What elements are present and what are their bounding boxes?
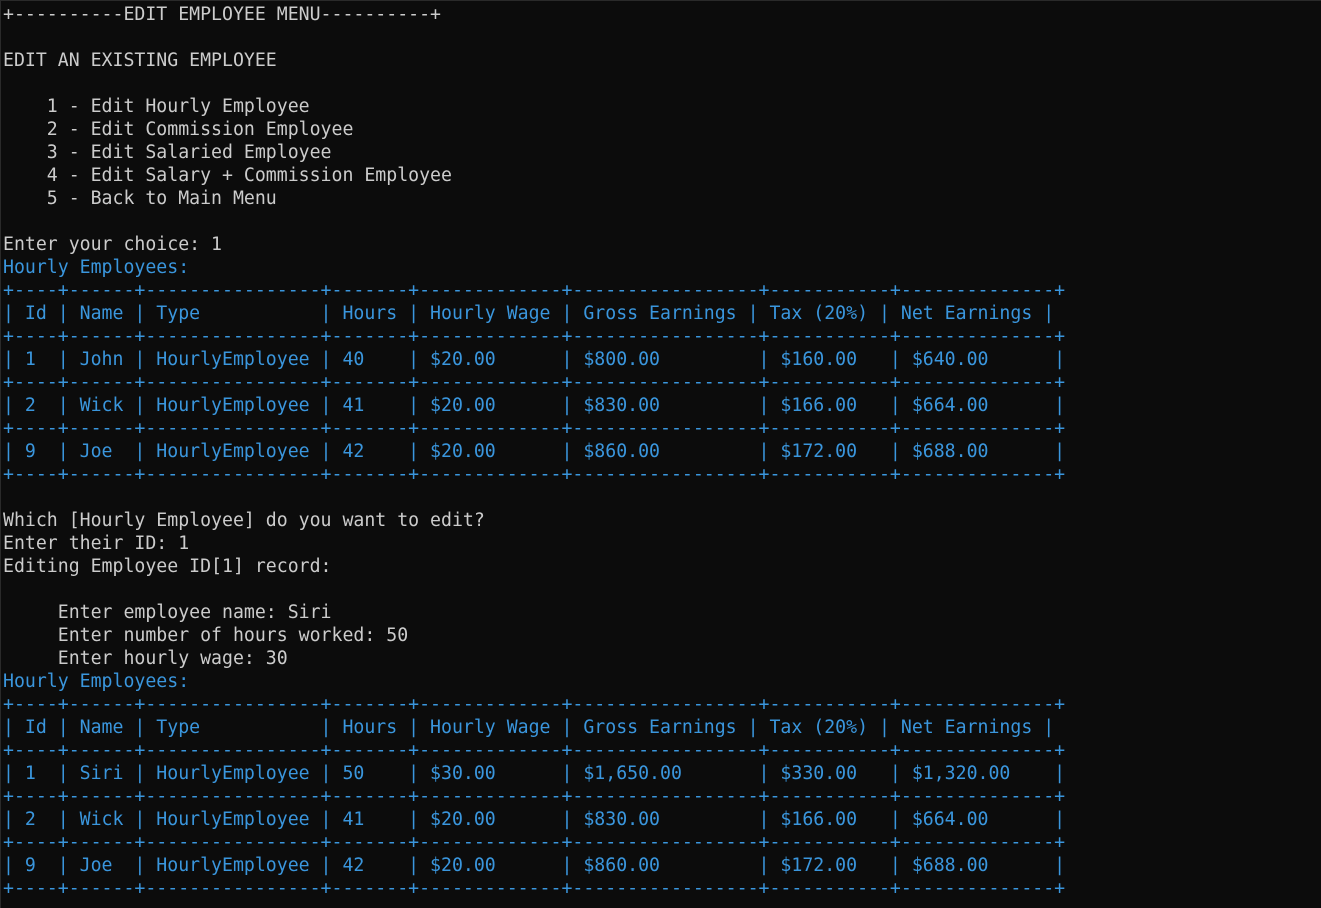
console-line: Enter number of hours worked: 50: [3, 625, 409, 646]
console-line: Which [Hourly Employee] do you want to e…: [3, 510, 485, 531]
console-line: Enter your choice: 1: [3, 234, 222, 255]
console-line: | 2 | Wick | HourlyEmployee | 41 | $20.0…: [3, 809, 1066, 830]
console-line: +----------EDIT EMPLOYEE MENU----------+: [3, 4, 441, 25]
console-line: | 1 | John | HourlyEmployee | 40 | $20.0…: [3, 349, 1066, 370]
console-line: 4 - Edit Salary + Commission Employee: [3, 165, 452, 186]
console-line: +----+------+----------------+-------+--…: [3, 326, 1066, 347]
console-line: Enter their ID: 1: [3, 533, 190, 554]
console-line: | 2 | Wick | HourlyEmployee | 41 | $20.0…: [3, 395, 1066, 416]
console-line: +----+------+----------------+-------+--…: [3, 832, 1066, 853]
console-line: | 9 | Joe | HourlyEmployee | 42 | $20.00…: [3, 855, 1066, 876]
console-line: +----+------+----------------+-------+--…: [3, 740, 1066, 761]
console-line: +----+------+----------------+-------+--…: [3, 418, 1066, 439]
console-line: Enter employee name: Siri: [3, 602, 332, 623]
console-line: | Id | Name | Type | Hours | Hourly Wage…: [3, 303, 1055, 324]
console-line: 2 - Edit Commission Employee: [3, 119, 354, 140]
console-line: | 9 | Joe | HourlyEmployee | 42 | $20.00…: [3, 441, 1066, 462]
console-line: Enter hourly wage: 30: [3, 648, 288, 669]
console-line: +----+------+----------------+-------+--…: [3, 372, 1066, 393]
console-line: 3 - Edit Salaried Employee: [3, 142, 332, 163]
console-line: +----+------+----------------+-------+--…: [3, 878, 1066, 899]
console-line: +----+------+----------------+-------+--…: [3, 280, 1066, 301]
console-line: Hourly Employees:: [3, 257, 190, 278]
console-line: | Id | Name | Type | Hours | Hourly Wage…: [3, 717, 1055, 738]
console-line: +----+------+----------------+-------+--…: [3, 786, 1066, 807]
console-line: EDIT AN EXISTING EMPLOYEE: [3, 50, 277, 71]
console-line: +----+------+----------------+-------+--…: [3, 464, 1066, 485]
console-line: 1 - Edit Hourly Employee: [3, 96, 310, 117]
console-line: +----+------+----------------+-------+--…: [3, 694, 1066, 715]
console-line: 5 - Back to Main Menu: [3, 188, 277, 209]
console-line: Editing Employee ID[1] record:: [3, 556, 332, 577]
terminal-output[interactable]: +----------EDIT EMPLOYEE MENU----------+…: [0, 0, 1321, 908]
console-line: Hourly Employees:: [3, 671, 190, 692]
console-line: | 1 | Siri | HourlyEmployee | 50 | $30.0…: [3, 763, 1066, 784]
